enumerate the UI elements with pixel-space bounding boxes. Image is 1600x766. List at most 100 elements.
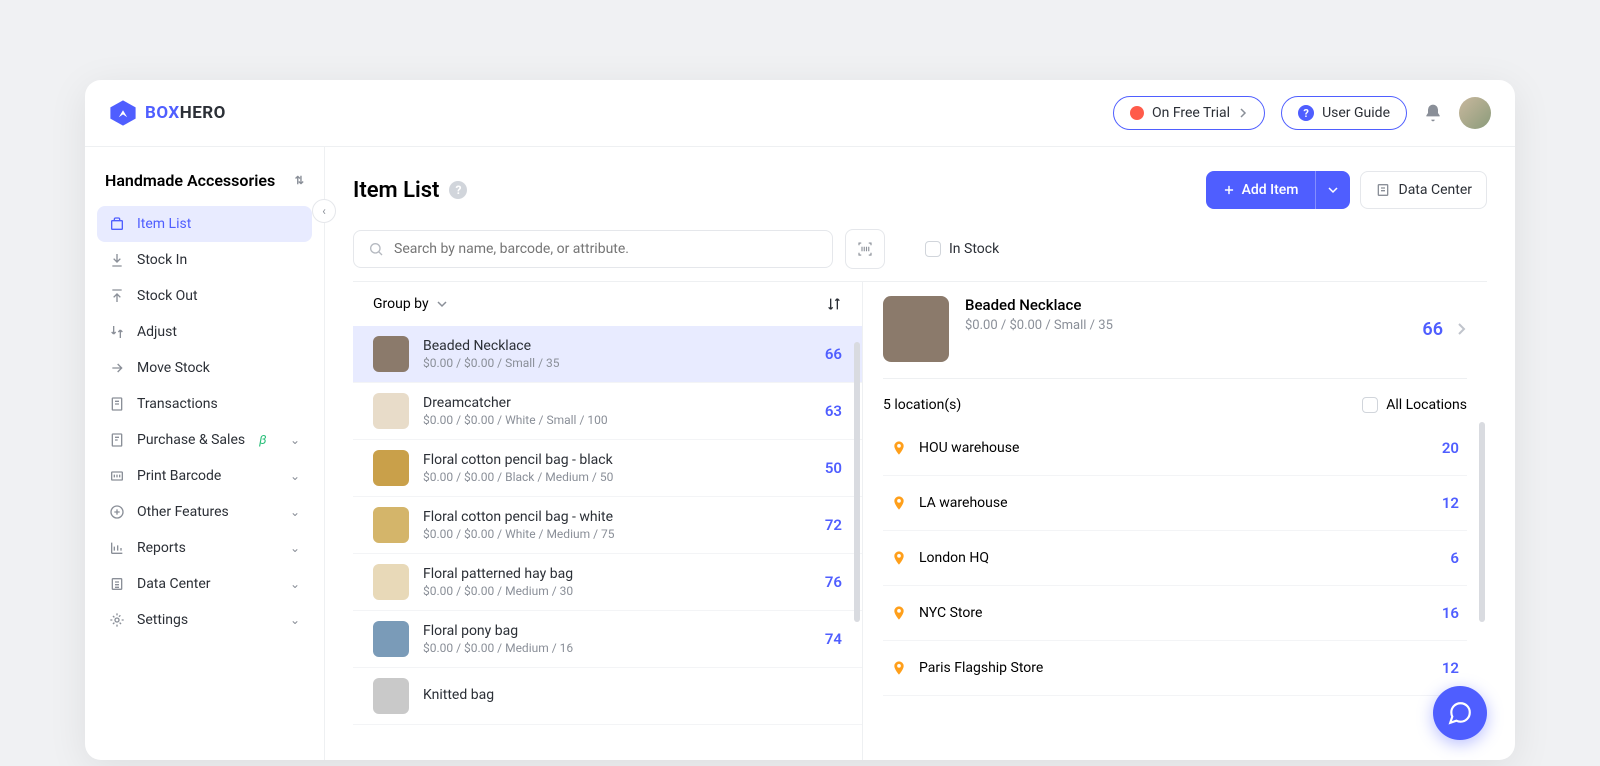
detail-header: Beaded Necklace $0.00 / $0.00 / Small / … (883, 296, 1467, 379)
sidebar-item-print-barcode[interactable]: Print Barcode ⌄ (97, 458, 312, 494)
detail-item-name: Beaded Necklace (965, 296, 1113, 314)
pin-icon (891, 494, 907, 512)
all-locations-toggle[interactable]: All Locations (1362, 397, 1467, 413)
sidebar-item-adjust[interactable]: Adjust (97, 314, 312, 350)
search-input[interactable] (394, 241, 818, 257)
document-icon (109, 432, 125, 448)
sidebar-item-purchase-sales[interactable]: Purchase & Sales β ⌄ (97, 422, 312, 458)
checkbox[interactable] (925, 241, 941, 257)
item-row[interactable]: Knitted bag (353, 668, 862, 725)
workspace-selector[interactable]: Handmade Accessories ⇅ (97, 167, 312, 206)
chat-button[interactable] (1433, 686, 1487, 740)
item-quantity: 72 (825, 516, 842, 534)
item-list[interactable]: Beaded Necklace $0.00 / $0.00 / Small / … (353, 326, 862, 760)
location-list: HOU warehouse 20 LA warehouse 12 London … (883, 421, 1467, 696)
page-actions: Add Item Data Center (1206, 171, 1487, 209)
detail-item-meta: $0.00 / $0.00 / Small / 35 (965, 318, 1113, 333)
item-meta: $0.00 / $0.00 / Medium / 16 (423, 641, 811, 655)
chevron-down-icon: ⌄ (290, 613, 300, 627)
location-row[interactable]: HOU warehouse 20 (883, 421, 1467, 476)
item-name: Floral cotton pencil bag - white (423, 509, 811, 525)
pin-icon (891, 439, 907, 457)
workspace-name: Handmade Accessories (105, 171, 275, 190)
item-quantity: 76 (825, 573, 842, 591)
add-item-dropdown[interactable] (1315, 171, 1350, 209)
header-actions: On Free Trial ? User Guide (1113, 96, 1491, 130)
location-row[interactable]: London HQ 6 (883, 531, 1467, 586)
chevron-down-icon: ⌄ (290, 433, 300, 447)
location-name: London HQ (919, 550, 1438, 566)
location-name: NYC Store (919, 605, 1430, 621)
chevron-down-icon: ⌄ (290, 469, 300, 483)
in-stock-filter[interactable]: In Stock (925, 241, 999, 257)
scan-barcode-button[interactable] (845, 229, 885, 269)
arrow-right-icon (109, 360, 125, 376)
item-meta: $0.00 / $0.00 / Black / Medium / 50 (423, 470, 811, 484)
location-quantity: 12 (1442, 659, 1459, 677)
plus-circle-icon (109, 504, 125, 520)
sort-button[interactable] (826, 296, 842, 312)
item-name: Dreamcatcher (423, 395, 811, 411)
toolbar: In Stock (353, 229, 1487, 269)
sidebar-item-stock-out[interactable]: Stock Out (97, 278, 312, 314)
item-meta: $0.00 / $0.00 / White / Small / 100 (423, 413, 811, 427)
chevron-down-icon: ⌄ (290, 541, 300, 555)
user-guide-label: User Guide (1322, 105, 1390, 121)
item-quantity: 50 (825, 459, 842, 477)
sidebar-item-other-features[interactable]: Other Features ⌄ (97, 494, 312, 530)
logo[interactable]: BOXHERO (109, 99, 226, 127)
data-center-button[interactable]: Data Center (1360, 171, 1488, 209)
location-row[interactable]: LA warehouse 12 (883, 476, 1467, 531)
box-icon (109, 216, 125, 232)
sidebar-item-move-stock[interactable]: Move Stock (97, 350, 312, 386)
avatar[interactable] (1459, 97, 1491, 129)
sidebar-item-data-center[interactable]: Data Center ⌄ (97, 566, 312, 602)
search-icon (368, 241, 384, 257)
alert-icon (1130, 106, 1144, 120)
sidebar-collapse-button[interactable]: ‹ (312, 199, 336, 223)
help-icon[interactable]: ? (449, 181, 467, 199)
sidebar-item-reports[interactable]: Reports ⌄ (97, 530, 312, 566)
scrollbar[interactable] (1479, 422, 1485, 622)
database-icon (109, 576, 125, 592)
item-row[interactable]: Floral pony bag $0.00 / $0.00 / Medium /… (353, 611, 862, 668)
item-row[interactable]: Floral cotton pencil bag - black $0.00 /… (353, 440, 862, 497)
sidebar-item-transactions[interactable]: Transactions (97, 386, 312, 422)
sidebar-item-settings[interactable]: Settings ⌄ (97, 602, 312, 638)
item-quantity: 66 (825, 345, 842, 363)
download-icon (109, 252, 125, 268)
add-item-button[interactable]: Add Item (1206, 171, 1315, 209)
checkbox[interactable] (1362, 397, 1378, 413)
receipt-icon (109, 396, 125, 412)
item-row[interactable]: Beaded Necklace $0.00 / $0.00 / Small / … (353, 326, 862, 383)
nav-label: Move Stock (137, 360, 210, 376)
chevron-right-icon[interactable] (1457, 322, 1467, 336)
item-meta: $0.00 / $0.00 / Medium / 30 (423, 584, 811, 598)
nav-label: Item List (137, 216, 191, 232)
free-trial-button[interactable]: On Free Trial (1113, 96, 1265, 130)
chevron-down-icon: ⌄ (290, 505, 300, 519)
item-meta: $0.00 / $0.00 / White / Medium / 75 (423, 527, 811, 541)
item-row[interactable]: Floral patterned hay bag $0.00 / $0.00 /… (353, 554, 862, 611)
detail-pane: Beaded Necklace $0.00 / $0.00 / Small / … (863, 282, 1487, 760)
nav-label: Adjust (137, 324, 177, 340)
page-header: Item List ? Add Item (353, 171, 1487, 209)
item-row[interactable]: Floral cotton pencil bag - white $0.00 /… (353, 497, 862, 554)
search-box[interactable] (353, 230, 833, 268)
sidebar-item-item-list[interactable]: Item List (97, 206, 312, 242)
item-row[interactable]: Dreamcatcher $0.00 / $0.00 / White / Sma… (353, 383, 862, 440)
location-row[interactable]: NYC Store 16 (883, 586, 1467, 641)
sidebar-item-stock-in[interactable]: Stock In (97, 242, 312, 278)
barcode-icon (109, 468, 125, 484)
detail-quantity: 66 (1422, 319, 1443, 340)
item-thumbnail (373, 336, 409, 372)
nav-label: Purchase & Sales (137, 432, 245, 448)
nav-label: Stock Out (137, 288, 198, 304)
notifications-icon[interactable] (1423, 103, 1443, 123)
scrollbar[interactable] (854, 342, 860, 622)
chevron-right-icon (1238, 108, 1248, 118)
group-by-dropdown[interactable]: Group by (373, 296, 447, 312)
location-row[interactable]: Paris Flagship Store 12 (883, 641, 1467, 696)
user-guide-button[interactable]: ? User Guide (1281, 96, 1407, 130)
item-thumbnail (373, 450, 409, 486)
